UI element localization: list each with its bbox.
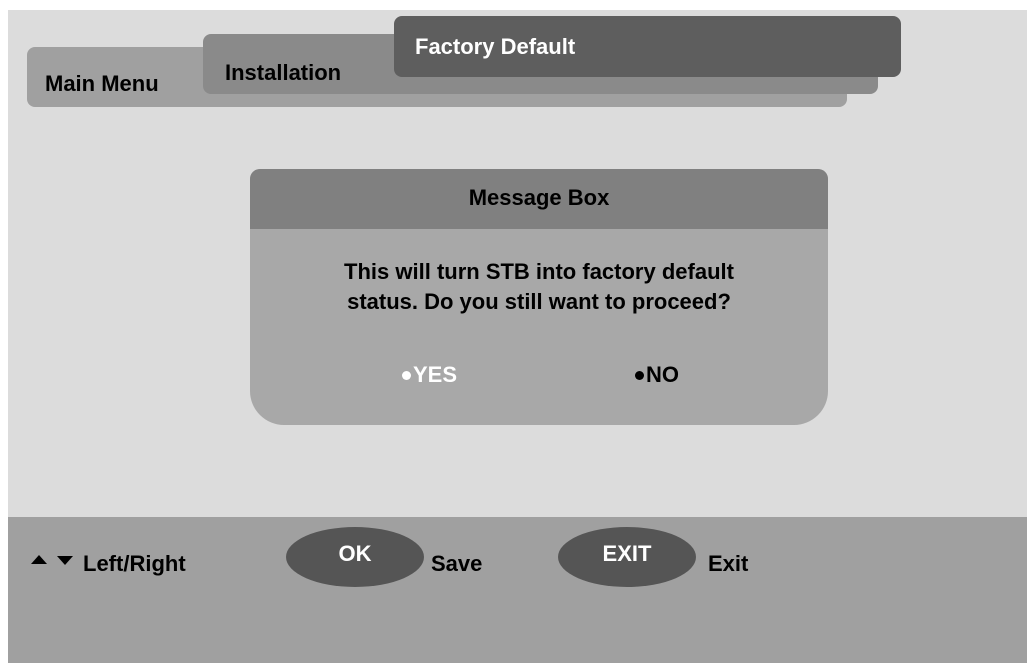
message-box-text: This will turn STB into factory default … [250, 257, 828, 317]
no-bullet-icon [635, 370, 644, 380]
tab-factory-default-label: Factory Default [415, 34, 576, 59]
up-arrow-icon [31, 555, 47, 564]
tab-installation-label: Installation [225, 60, 342, 85]
tab-main-menu-label: Main Menu [45, 71, 159, 96]
help-bar: Left/Right OK Save EXIT Exit [8, 517, 1027, 663]
no-label: NO [646, 362, 679, 387]
message-line-1: This will turn STB into factory default [344, 259, 734, 284]
message-box: Message Box This will turn STB into fact… [250, 169, 828, 425]
message-box-title: Message Box [250, 169, 828, 229]
down-arrow-icon [57, 556, 73, 565]
nav-hint-label: Left/Right [83, 551, 186, 576]
stb-screen: Main Menu Installation Factory Default M… [8, 10, 1027, 663]
no-option[interactable]: NO [635, 362, 679, 388]
message-line-2: status. Do you still want to proceed? [347, 289, 731, 314]
yes-bullet-icon [402, 370, 411, 380]
tab-factory-default[interactable]: Factory Default [394, 16, 901, 77]
exit-hint-label: Exit [708, 551, 749, 576]
save-hint-label: Save [431, 551, 483, 576]
exit-key-button[interactable]: EXIT [558, 527, 696, 587]
ok-key-button[interactable]: OK [286, 527, 424, 587]
yes-option[interactable]: YES [402, 362, 457, 388]
yes-label: YES [413, 362, 458, 387]
